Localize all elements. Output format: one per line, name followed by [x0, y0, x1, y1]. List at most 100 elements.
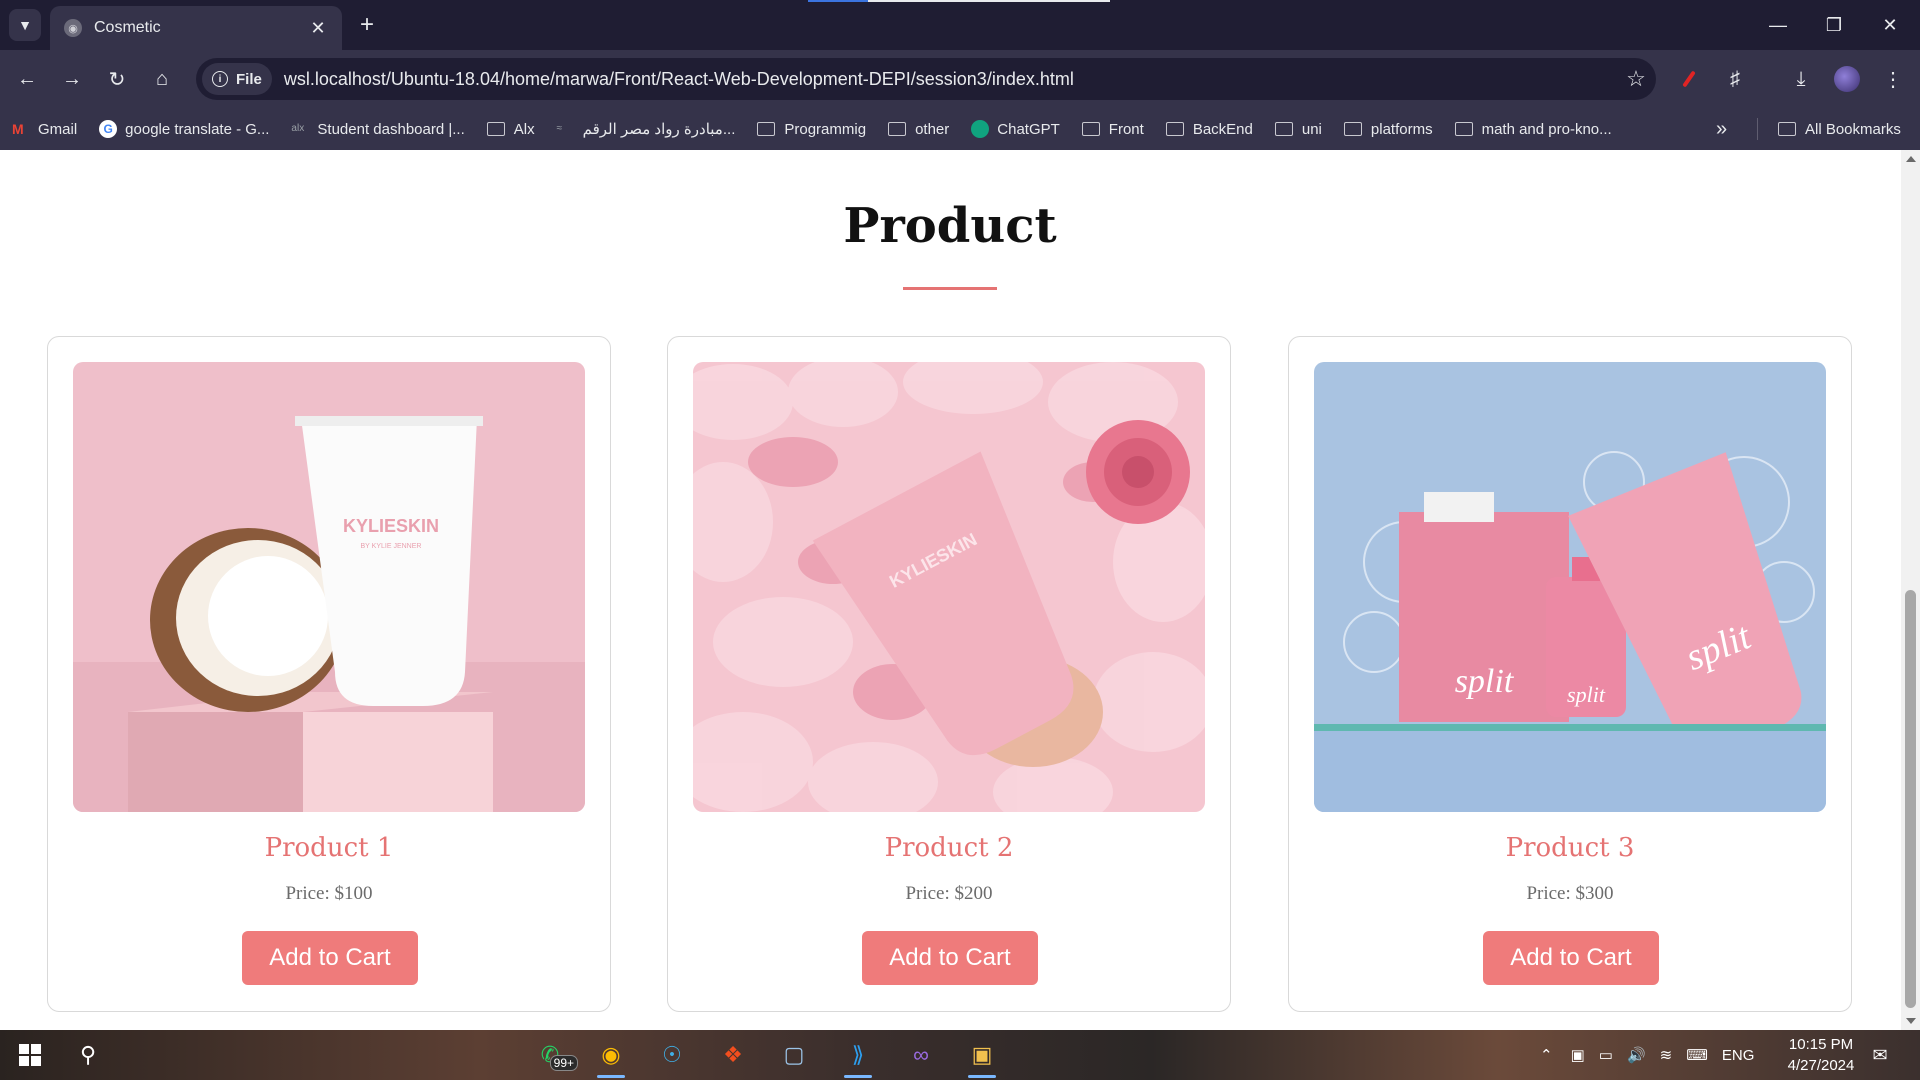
- product-title: Product 3: [1505, 833, 1635, 863]
- rowad-icon: ≈: [556, 123, 563, 134]
- product-title: Product 2: [884, 833, 1014, 863]
- bookmark-folder-math[interactable]: math and pro-kno...: [1454, 121, 1612, 138]
- taskbar-virtualbox[interactable]: ▢: [776, 1037, 812, 1073]
- url-text[interactable]: wsl.localhost/Ubuntu-18.04/home/marwa/Fr…: [284, 69, 1616, 90]
- taskbar-chrome[interactable]: ◉: [593, 1037, 629, 1078]
- bookmark-rowad[interactable]: ≈ مبادرة رواد مصر الرقم...: [557, 120, 736, 138]
- reload-button[interactable]: ↻: [100, 62, 134, 96]
- chatgpt-icon: [971, 120, 990, 138]
- product-card: split split split Product 3 Price: $300 …: [1288, 336, 1852, 1012]
- folder-icon: [1165, 122, 1184, 136]
- tab-search-button[interactable]: ▼: [9, 9, 41, 41]
- google-icon: G: [99, 120, 118, 138]
- download-icon[interactable]: ⤓: [1784, 62, 1818, 96]
- bookmark-folder-alx[interactable]: Alx: [486, 121, 535, 138]
- folder-icon: [486, 122, 505, 136]
- home-button[interactable]: ⌂: [145, 62, 179, 96]
- taskbar-file-explorer[interactable]: ▣: [964, 1037, 1000, 1078]
- alx-icon: alx: [291, 123, 305, 134]
- address-bar[interactable]: i File wsl.localhost/Ubuntu-18.04/home/m…: [196, 58, 1656, 100]
- vscode-icon: ⟫: [851, 1042, 865, 1067]
- folder-icon: [757, 122, 776, 136]
- product-image: KYLIESKIN: [693, 362, 1205, 812]
- close-icon[interactable]: ✕: [308, 18, 328, 38]
- bookmark-folder-front[interactable]: Front: [1081, 121, 1144, 138]
- volume-icon[interactable]: 🔊: [1627, 1046, 1646, 1064]
- folder-icon: [1778, 122, 1796, 136]
- scroll-thumb[interactable]: [1905, 590, 1916, 1008]
- start-button[interactable]: [12, 1037, 48, 1073]
- bookmark-folder-uni[interactable]: uni: [1274, 121, 1322, 138]
- site-info-label: File: [236, 70, 262, 88]
- keyboard-icon[interactable]: ⌨: [1686, 1046, 1708, 1064]
- globe-icon: ◉: [64, 19, 82, 37]
- add-to-cart-button[interactable]: Add to Cart: [862, 931, 1038, 985]
- add-to-cart-button[interactable]: Add to Cart: [242, 931, 418, 985]
- vertical-scrollbar[interactable]: [1901, 150, 1920, 1030]
- bookmark-folder-other[interactable]: other: [888, 121, 949, 138]
- site-info-button[interactable]: i File: [202, 63, 272, 95]
- gmail-icon: M: [12, 121, 24, 137]
- taskbar-figma[interactable]: ❖: [715, 1037, 751, 1073]
- meet-now-icon[interactable]: ▣: [1571, 1046, 1585, 1064]
- language-indicator[interactable]: ENG: [1722, 1047, 1755, 1064]
- product-price: Price: $200: [905, 883, 993, 904]
- svg-text:split: split: [1567, 682, 1606, 707]
- taskbar-vscode[interactable]: ⟫: [840, 1037, 876, 1078]
- bookmark-folder-programmig[interactable]: Programmig: [757, 121, 866, 138]
- plus-icon: +: [359, 11, 374, 38]
- battery-icon[interactable]: ▭: [1599, 1046, 1613, 1064]
- minimize-button[interactable]: —: [1750, 0, 1806, 50]
- search-button[interactable]: ⚲: [70, 1037, 106, 1073]
- pen-extension-icon[interactable]: [1672, 62, 1706, 96]
- title-underline: [903, 287, 997, 290]
- taskbar-clock[interactable]: 10:15 PM 4/27/2024: [1778, 1034, 1864, 1076]
- tab-cosmetic[interactable]: ◉ Cosmetic ✕: [50, 6, 342, 50]
- bookmark-folder-platforms[interactable]: platforms: [1343, 121, 1433, 138]
- svg-text:KYLIESKIN: KYLIESKIN: [343, 516, 439, 536]
- new-tab-button[interactable]: +: [352, 10, 382, 40]
- bookmark-google-translate[interactable]: Ggoogle translate - G...: [99, 120, 269, 138]
- scroll-down-arrow-icon[interactable]: [1906, 1018, 1916, 1024]
- menu-kebab-icon[interactable]: ⋮: [1876, 62, 1910, 96]
- virtualbox-icon: ▢: [783, 1042, 805, 1067]
- folder-icon: [1081, 122, 1100, 136]
- chevron-up-icon[interactable]: ⌃: [1540, 1046, 1553, 1064]
- taskbar-whatsapp[interactable]: ✆ 99+: [532, 1037, 578, 1073]
- taskbar-edge[interactable]: ☉: [654, 1037, 690, 1073]
- taskbar-visual-studio[interactable]: ∞: [903, 1037, 939, 1073]
- info-icon: i: [212, 71, 228, 87]
- wifi-icon[interactable]: ≋: [1660, 1046, 1673, 1064]
- windows-taskbar: ⚲ ✆ 99+ ◉ ☉ ❖ ▢ ⟫ ∞ ▣ ⌃ ▣ ▭ 🔊 ≋ ⌨ ENG 10…: [0, 1030, 1920, 1080]
- bookmark-star-icon[interactable]: ☆: [1616, 66, 1656, 92]
- avatar[interactable]: [1830, 62, 1864, 96]
- figma-icon: ❖: [723, 1042, 743, 1067]
- extensions-icon[interactable]: ♯: [1718, 62, 1752, 96]
- all-bookmarks-button[interactable]: All Bookmarks: [1778, 121, 1901, 138]
- product-title: Product 1: [264, 833, 394, 863]
- bookmarks-bar: M Gmail Ggoogle translate - G... alx Stude…: [0, 108, 1920, 150]
- product-image: KYLIESKIN BY KYLIE JENNER: [73, 362, 585, 812]
- bookmark-chatgpt[interactable]: ChatGPT: [971, 120, 1060, 138]
- browser-toolbar: ← → ↻ ⌂ i File wsl.localhost/Ubuntu-18.0…: [0, 50, 1920, 108]
- tab-strip: ▼ ◉ Cosmetic ✕ + — ❐ ✕: [0, 0, 1920, 50]
- visual-studio-icon: ∞: [913, 1042, 929, 1067]
- bookmark-gmail[interactable]: M Gmail: [12, 121, 77, 138]
- notifications-button[interactable]: ✉: [1862, 1037, 1898, 1073]
- add-to-cart-button[interactable]: Add to Cart: [1483, 931, 1659, 985]
- scroll-up-arrow-icon[interactable]: [1906, 156, 1916, 162]
- bookmark-student-dashboard[interactable]: alx Student dashboard |...: [291, 121, 464, 138]
- bookmarks-overflow-icon[interactable]: »: [1716, 118, 1727, 141]
- chrome-icon: ◉: [601, 1042, 621, 1067]
- product-price: Price: $100: [285, 883, 373, 904]
- home-icon: ⌂: [155, 67, 169, 90]
- back-button[interactable]: ←: [10, 62, 44, 96]
- windows-logo-icon: [19, 1044, 41, 1066]
- restore-button[interactable]: ❐: [1806, 0, 1862, 50]
- folder-icon: [1274, 122, 1293, 136]
- tab-title: Cosmetic: [94, 19, 161, 36]
- bookmark-folder-backend[interactable]: BackEnd: [1165, 121, 1253, 138]
- forward-button[interactable]: →: [55, 62, 89, 96]
- notification-badge: 99+: [549, 1055, 578, 1071]
- close-window-button[interactable]: ✕: [1862, 0, 1918, 50]
